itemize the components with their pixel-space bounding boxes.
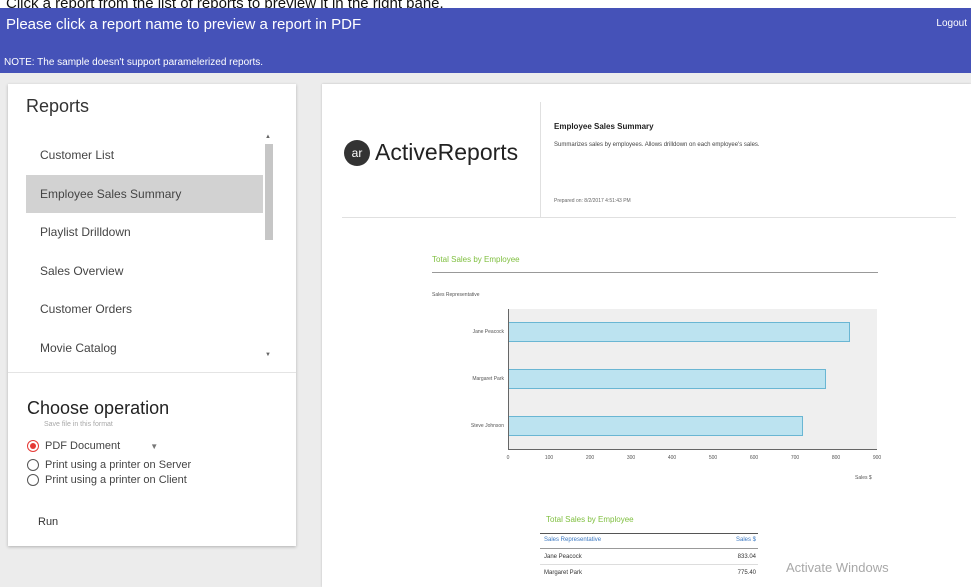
chart-tick-label: 800 [831, 455, 841, 461]
table-row: Margaret Park 775.40 [544, 570, 756, 576]
table-cell: Jane Peacock [544, 554, 582, 560]
option-label: Print using a printer on Client [45, 474, 187, 486]
chart-x-axis [508, 449, 877, 450]
report-item-playlist-drilldown[interactable]: Playlist Drilldown [26, 213, 263, 252]
logo-text: ActiveReports [375, 139, 519, 165]
report-header-rule [342, 217, 956, 218]
radio-icon[interactable] [27, 459, 39, 471]
run-button[interactable]: Run [38, 516, 58, 528]
dropdown-arrow-icon[interactable]: ▼ [150, 442, 158, 451]
chart-tick-label: 700 [790, 455, 800, 461]
chart-title: Total Sales by Employee [432, 255, 520, 264]
table-title: Total Sales by Employee [546, 515, 634, 524]
scroll-down-icon[interactable]: ▼ [265, 352, 271, 358]
option-label: PDF Document [45, 440, 121, 452]
operation-hint: Save file in this format [44, 421, 113, 428]
logout-link[interactable]: Logout [936, 18, 967, 29]
reports-heading: Reports [26, 96, 90, 116]
chart-bar [508, 322, 850, 343]
table-header-cell: Sales $ [735, 537, 756, 543]
scroll-thumb[interactable] [265, 144, 273, 240]
chart-tick-label: 0 [506, 455, 510, 461]
header-note: NOTE: The sample doesn't support paramel… [4, 57, 264, 68]
activereports-logo: ar ActiveReports [344, 139, 518, 166]
report-description: Summarizes sales by employees. Allows dr… [554, 142, 760, 148]
instruction-text: Click a report from the list of reports … [0, 0, 971, 8]
report-item-customer-list[interactable]: Customer List [26, 136, 263, 175]
report-list: Customer List Employee Sales Summary Pla… [26, 136, 263, 368]
header-separator [540, 102, 541, 217]
app-header: Please click a report name to preview a … [0, 8, 971, 73]
chart-tick-label: 400 [667, 455, 677, 461]
chart-category-label: Jane Peacock [472, 329, 504, 336]
chart-tick-label: 200 [585, 455, 595, 461]
table-cell: 775.40 [737, 570, 756, 576]
option-print-client[interactable]: Print using a printer on Client [27, 473, 187, 487]
sidebar-panel: Reports Customer List Employee Sales Sum… [8, 84, 296, 546]
chart-y-axis [508, 309, 509, 449]
chart-tick-label: 300 [626, 455, 636, 461]
divider [8, 372, 296, 373]
table-row: Jane Peacock 833.04 [544, 554, 756, 560]
chart-category-label: Steve Johnson [470, 422, 504, 429]
report-list-scrollbar[interactable]: ▲ ▼ [264, 132, 274, 360]
report-item-customer-orders[interactable]: Customer Orders [26, 290, 263, 329]
chart-bar [508, 415, 804, 436]
report-item-sales-overview[interactable]: Sales Overview [26, 252, 263, 291]
chart-bar [508, 369, 826, 389]
activation-watermark: Activate Windows [786, 560, 889, 575]
header-title: Please click a report name to preview a … [6, 16, 362, 33]
option-label: Print using a printer on Server [45, 459, 192, 471]
chart-tick-label: 500 [708, 455, 718, 461]
logo-mark: ar [344, 139, 370, 166]
scroll-up-icon[interactable]: ▲ [265, 134, 271, 140]
table-header-cell: Sales Representative [544, 537, 602, 543]
chart-x-axis-label: Sales $ [855, 475, 872, 481]
chart-tick-label: 900 [872, 455, 882, 461]
chart-title-rule [432, 272, 878, 273]
table-cell: 833.04 [737, 554, 756, 560]
option-pdf-document[interactable]: PDF Document ▼ [27, 439, 158, 453]
option-print-server[interactable]: Print using a printer on Server [27, 458, 191, 472]
chart-tick-label: 100 [544, 455, 554, 461]
table-row-rule [540, 564, 758, 565]
report-item-movie-catalog[interactable]: Movie Catalog [26, 329, 263, 368]
table-header-rule [540, 548, 758, 549]
chart-tick-label: 600 [749, 455, 759, 461]
table-top-rule [540, 533, 758, 534]
table-cell: Margaret Park [544, 570, 583, 576]
report-item-employee-sales-summary[interactable]: Employee Sales Summary [26, 174, 263, 214]
operation-heading: Choose operation [27, 398, 170, 418]
pdf-preview-pane[interactable]: ar ActiveReports Employee Sales Summary … [322, 84, 971, 587]
chart-category-label: Margaret Park [472, 376, 504, 382]
chart-y-axis-label: Sales Representative [432, 292, 480, 298]
report-title: Employee Sales Summary [554, 122, 654, 131]
table-header: Sales Representative Sales $ [544, 537, 756, 543]
report-prepared-date: Prepared on: 8/2/2017 4:51:43 PM [554, 198, 631, 204]
radio-icon[interactable] [27, 440, 39, 452]
radio-icon[interactable] [27, 474, 39, 486]
